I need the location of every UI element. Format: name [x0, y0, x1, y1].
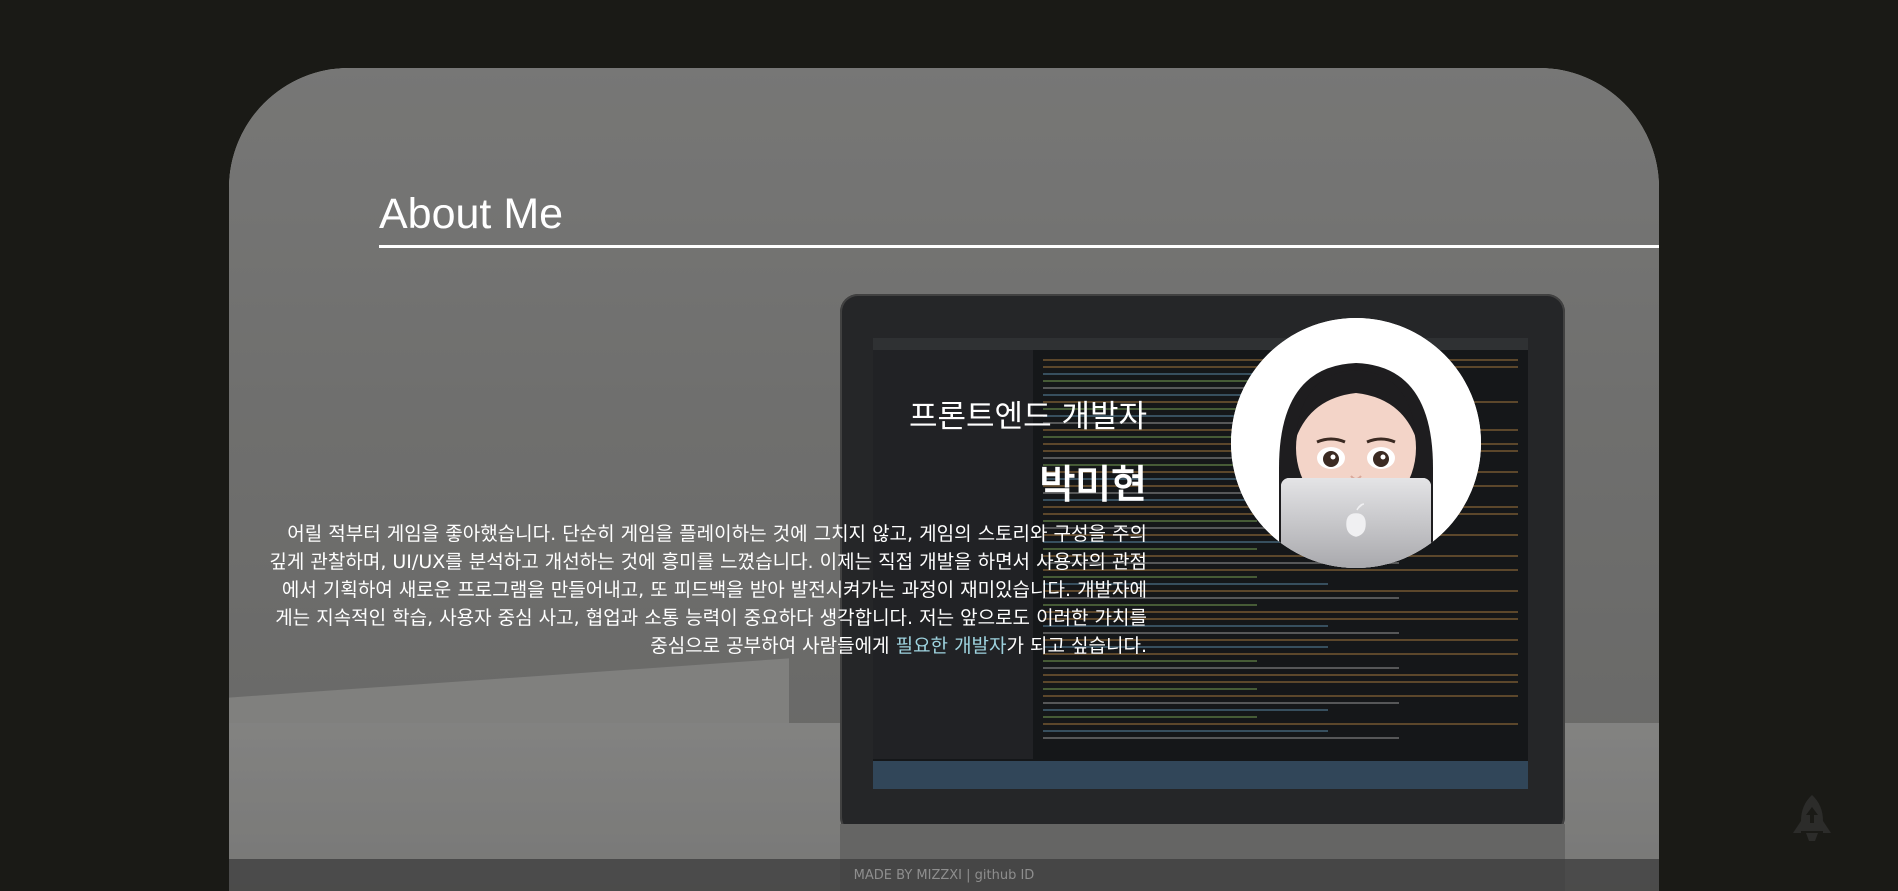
intro-paragraph: 어릴 적부터 게임을 좋아했습니다. 단순히 게임을 플레이하는 것에 그치지 … [269, 520, 1147, 660]
person-name: 박미현 [1039, 463, 1147, 508]
avatar [1231, 318, 1481, 568]
job-role: 프론트엔드 개발자 [908, 399, 1147, 435]
intro-text-end: 가 되고 싶습니다. [1006, 635, 1147, 657]
title-underline [379, 245, 1659, 248]
rocket-icon [1793, 795, 1831, 841]
footer: MADE BY MIZZXI | github ID [229, 859, 1659, 891]
about-section: About Me 프론트엔드 개발자 박미현 어릴 적부터 게임을 좋아했습니다… [229, 68, 1659, 891]
memoji-avatar-icon [1231, 318, 1481, 568]
intro-highlight: 필요한 개발자 [895, 635, 1007, 657]
footer-text: MADE BY MIZZXI | github ID [853, 867, 1035, 883]
back-to-top-button[interactable] [1791, 793, 1833, 843]
section-title: About Me [379, 190, 564, 238]
